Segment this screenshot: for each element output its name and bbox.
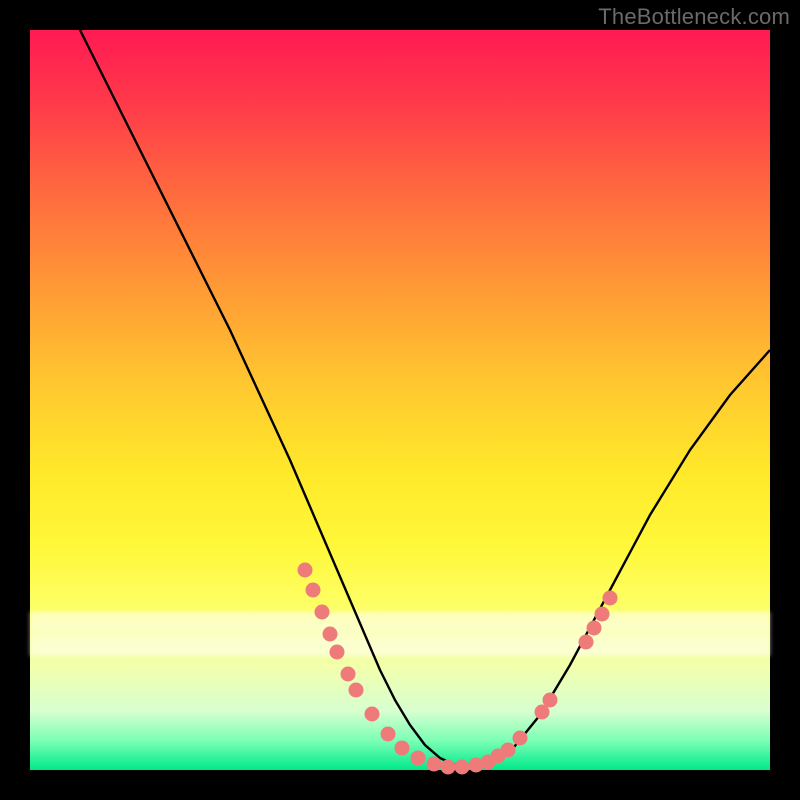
highlight-dot [513, 731, 528, 746]
highlight-dot [455, 760, 470, 775]
highlight-dot [543, 693, 558, 708]
highlight-dot [298, 563, 313, 578]
outer-frame: TheBottleneck.com [0, 0, 800, 800]
highlight-dot [501, 743, 516, 758]
highlight-dot [381, 727, 396, 742]
highlight-dot [365, 707, 380, 722]
highlight-dot [603, 591, 618, 606]
watermark-text: TheBottleneck.com [598, 4, 790, 30]
highlight-dots [298, 563, 618, 775]
highlight-dot [330, 645, 345, 660]
highlight-dot [306, 583, 321, 598]
highlight-dot [395, 741, 410, 756]
highlight-dot [427, 757, 442, 772]
highlight-dot [579, 635, 594, 650]
highlight-dot [315, 605, 330, 620]
highlight-dot [587, 621, 602, 636]
highlight-dot [341, 667, 356, 682]
highlight-dot [349, 683, 364, 698]
chart-svg [30, 30, 770, 770]
bottleneck-curve [80, 30, 770, 767]
highlight-dot [323, 627, 338, 642]
highlight-dot [411, 751, 426, 766]
highlight-dot [595, 607, 610, 622]
highlight-dot [441, 760, 456, 775]
